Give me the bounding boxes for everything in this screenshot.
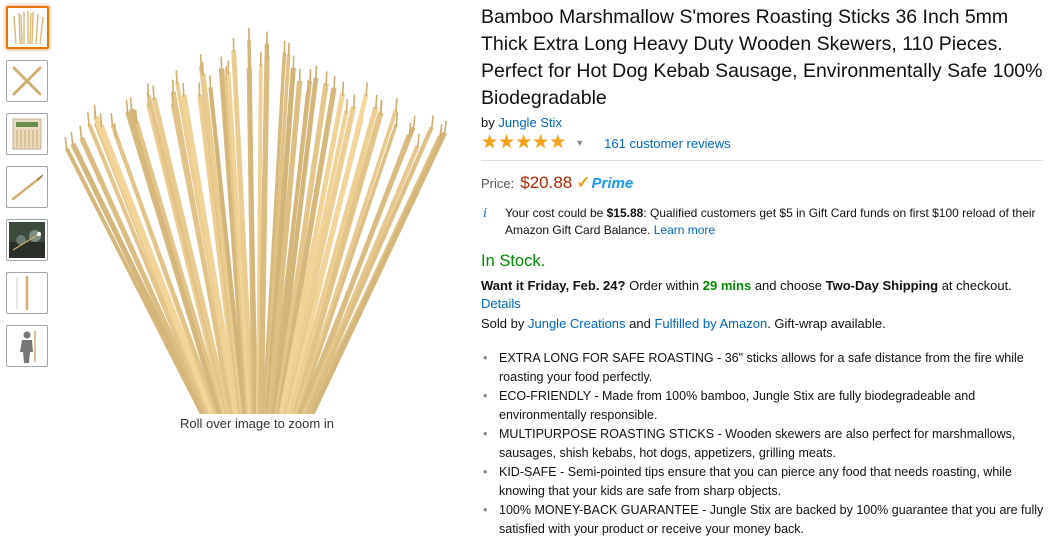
details-link[interactable]: Details (481, 296, 521, 311)
sold-by: Sold by Jungle Creations and Fulfilled b… (481, 315, 1047, 333)
gift-wrap-text: . Gift-wrap available. (767, 316, 886, 331)
zoom-caption: Roll over image to zoom in (52, 416, 462, 431)
info-icon: i (481, 205, 499, 239)
thumbnail-single-stick[interactable] (6, 166, 48, 208)
product-details: Bamboo Marshmallow S'mores Roasting Stic… (481, 4, 1047, 539)
rating-row: ★ ★ ★ ★ ★ ▼ 161 customer reviews (481, 133, 1047, 153)
byline: by Jungle Stix (481, 115, 1047, 130)
campfire-photo-icon (9, 222, 45, 258)
divider (481, 160, 1043, 161)
prime-label: Prime (591, 175, 633, 192)
person-silhouette-icon (9, 328, 45, 364)
byline-prefix: by (481, 115, 495, 130)
countdown-time: 29 mins (703, 278, 751, 293)
offer-amount: $15.88 (607, 206, 644, 220)
star-icon: ★ (549, 134, 566, 152)
prime-badge: ✓ Prime (576, 173, 633, 193)
product-title: Bamboo Marshmallow S'mores Roasting Stic… (481, 4, 1047, 112)
star-icon: ★ (532, 134, 549, 152)
want-it-date: Want it Friday, Feb. 24? (481, 278, 625, 293)
offer-text: Your cost could be $15.88: Qualified cus… (505, 205, 1045, 239)
bamboo-sticks-image (52, 10, 462, 414)
thumbnail-package[interactable] (6, 113, 48, 155)
thumbnail-crossed-sticks[interactable] (6, 60, 48, 102)
seller-link[interactable]: Jungle Creations (528, 316, 626, 331)
and-text: and (626, 316, 655, 331)
star-icon: ★ (515, 134, 532, 152)
price-amount: $20.88 (520, 173, 572, 193)
prime-check-icon: ✓ (576, 173, 590, 193)
checkout-text: at checkout. (938, 278, 1012, 293)
thumbnail-upright-stick[interactable] (6, 272, 48, 314)
feature-bullet: MULTIPURPOSE ROASTING STICKS - Wooden sk… (481, 425, 1044, 463)
delivery-message: Want it Friday, Feb. 24? Order within 29… (481, 277, 1047, 313)
brand-link[interactable]: Jungle Stix (498, 115, 562, 130)
sticks-bundle-icon (10, 10, 46, 46)
stock-status: In Stock. (481, 252, 1047, 271)
thumbnail-strip (6, 6, 50, 378)
shipping-option: Two-Day Shipping (826, 278, 938, 293)
learn-more-link[interactable]: Learn more (654, 223, 715, 237)
feature-bullet: ECO-FRIENDLY - Made from 100% bamboo, Ju… (481, 387, 1044, 425)
main-product-image[interactable] (52, 10, 462, 414)
feature-bullet: KID-SAFE - Semi-pointed tips ensure that… (481, 463, 1044, 501)
feature-bullets: EXTRA LONG FOR SAFE ROASTING - 36" stick… (481, 349, 1047, 539)
star-icon: ★ (498, 134, 515, 152)
package-icon (9, 116, 45, 152)
chevron-down-icon[interactable]: ▼ (575, 138, 584, 148)
crossed-sticks-icon (9, 63, 45, 99)
sold-by-prefix: Sold by (481, 316, 528, 331)
star-icon: ★ (481, 134, 498, 152)
price-label: Price: (481, 176, 514, 191)
feature-bullet: EXTRA LONG FOR SAFE ROASTING - 36" stick… (481, 349, 1044, 387)
fulfilled-by-amazon-link[interactable]: Fulfilled by Amazon (654, 316, 767, 331)
upright-stick-icon (9, 275, 45, 311)
order-within-text: Order within (625, 278, 702, 293)
thumbnail-person-scale[interactable] (6, 325, 48, 367)
star-rating[interactable]: ★ ★ ★ ★ ★ (481, 134, 566, 152)
choose-text: and choose (751, 278, 825, 293)
customer-reviews-link[interactable]: 161 customer reviews (604, 136, 730, 151)
single-stick-icon (9, 169, 45, 205)
thumbnail-sticks-bundle[interactable] (6, 6, 49, 49)
offer-prefix: Your cost could be (505, 206, 607, 220)
feature-bullet: 100% MONEY-BACK GUARANTEE - Jungle Stix … (481, 501, 1044, 539)
thumbnail-campfire-photo[interactable] (6, 219, 48, 261)
price-row: Price: $20.88 ✓ Prime (481, 173, 1047, 193)
gift-card-offer: i Your cost could be $15.88: Qualified c… (481, 205, 1047, 239)
